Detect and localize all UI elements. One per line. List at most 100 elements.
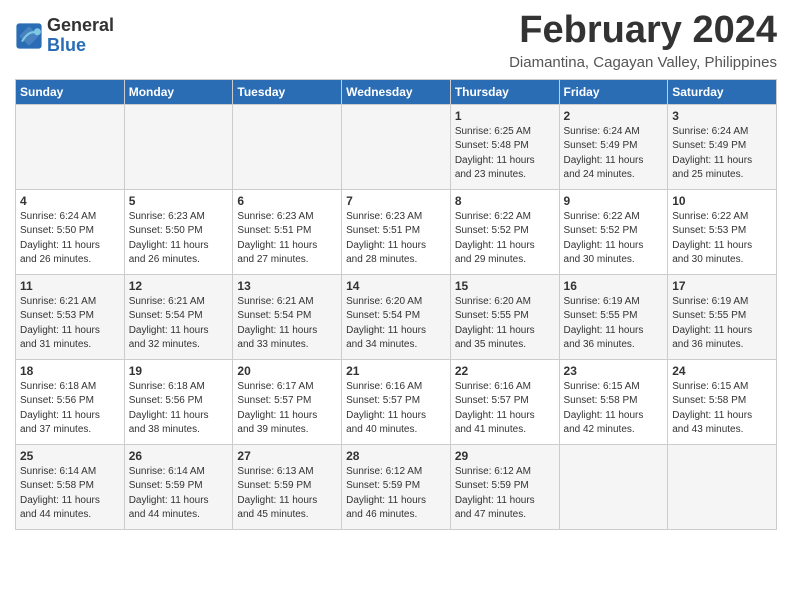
cell-info: Sunrise: 6:23 AM Sunset: 5:50 PM Dayligh…: [129, 210, 229, 268]
day-number: 6: [237, 194, 337, 208]
day-number: 17: [672, 279, 772, 293]
calendar-cell: 9 Sunrise: 6:22 AM Sunset: 5:52 PM Daylig…: [559, 189, 668, 274]
cell-info: Sunrise: 6:18 AM Sunset: 5:56 PM Dayligh…: [20, 380, 120, 438]
location-title: Diamantina, Cagayan Valley, Philippines: [509, 54, 777, 71]
day-number: 19: [129, 364, 229, 378]
calendar-cell: 22 Sunrise: 6:16 AM Sunset: 5:57 PM Dayli…: [450, 359, 559, 444]
calendar-cell: 18Sunrise: 6:18 AM Sunset: 5:56 PM Dayli…: [16, 359, 125, 444]
cell-info: Sunrise: 6:22 AM Sunset: 5:52 PM Dayligh…: [455, 210, 555, 268]
cell-info: Sunrise: 6:14 AM Sunset: 5:58 PM Dayligh…: [20, 465, 120, 523]
calendar-cell: 16 Sunrise: 6:19 AM Sunset: 5:55 PM Dayli…: [559, 274, 668, 359]
week-row-2: 4 Sunrise: 6:24 AM Sunset: 5:50 PM Daylig…: [16, 189, 777, 274]
calendar-cell: 29Sunrise: 6:12 AM Sunset: 5:59 PM Dayli…: [450, 444, 559, 529]
day-number: 22: [455, 364, 555, 378]
calendar-cell: [668, 444, 777, 529]
week-row-1: 1 Sunrise: 6:25 AM Sunset: 5:48 PM Daylig…: [16, 104, 777, 189]
calendar-cell: 27 Sunrise: 6:13 AM Sunset: 5:59 PM Dayli…: [233, 444, 342, 529]
day-number: 13: [237, 279, 337, 293]
cell-info: Sunrise: 6:12 AM Sunset: 5:59 PM Dayligh…: [346, 465, 446, 523]
day-number: 9: [564, 194, 664, 208]
week-row-3: 11Sunrise: 6:21 AM Sunset: 5:53 PM Dayli…: [16, 274, 777, 359]
calendar-cell: 13Sunrise: 6:21 AM Sunset: 5:54 PM Dayli…: [233, 274, 342, 359]
day-number: 8: [455, 194, 555, 208]
logo-icon: [15, 22, 43, 50]
calendar-cell: 2 Sunrise: 6:24 AM Sunset: 5:49 PM Daylig…: [559, 104, 668, 189]
col-header-tuesday: Tuesday: [233, 79, 342, 104]
day-number: 10: [672, 194, 772, 208]
logo: General Blue: [15, 16, 114, 56]
calendar-cell: 25 Sunrise: 6:14 AM Sunset: 5:58 PM Dayli…: [16, 444, 125, 529]
calendar-cell: 3 Sunrise: 6:24 AM Sunset: 5:49 PM Daylig…: [668, 104, 777, 189]
day-number: 7: [346, 194, 446, 208]
col-header-wednesday: Wednesday: [342, 79, 451, 104]
cell-info: Sunrise: 6:21 AM Sunset: 5:54 PM Dayligh…: [129, 295, 229, 353]
day-number: 15: [455, 279, 555, 293]
calendar-cell: 28Sunrise: 6:12 AM Sunset: 5:59 PM Dayli…: [342, 444, 451, 529]
cell-info: Sunrise: 6:24 AM Sunset: 5:49 PM Dayligh…: [564, 125, 664, 183]
cell-info: Sunrise: 6:14 AM Sunset: 5:59 PM Dayligh…: [129, 465, 229, 523]
day-number: 16: [564, 279, 664, 293]
cell-info: Sunrise: 6:23 AM Sunset: 5:51 PM Dayligh…: [237, 210, 337, 268]
day-number: 24: [672, 364, 772, 378]
cell-info: Sunrise: 6:19 AM Sunset: 5:55 PM Dayligh…: [564, 295, 664, 353]
calendar-cell: [16, 104, 125, 189]
cell-info: Sunrise: 6:15 AM Sunset: 5:58 PM Dayligh…: [564, 380, 664, 438]
cell-info: Sunrise: 6:25 AM Sunset: 5:48 PM Dayligh…: [455, 125, 555, 183]
cell-info: Sunrise: 6:12 AM Sunset: 5:59 PM Dayligh…: [455, 465, 555, 523]
calendar-cell: 6 Sunrise: 6:23 AM Sunset: 5:51 PM Daylig…: [233, 189, 342, 274]
calendar-cell: 14 Sunrise: 6:20 AM Sunset: 5:54 PM Dayli…: [342, 274, 451, 359]
calendar-cell: 17 Sunrise: 6:19 AM Sunset: 5:55 PM Dayli…: [668, 274, 777, 359]
day-number: 2: [564, 109, 664, 123]
cell-info: Sunrise: 6:19 AM Sunset: 5:55 PM Dayligh…: [672, 295, 772, 353]
cell-info: Sunrise: 6:15 AM Sunset: 5:58 PM Dayligh…: [672, 380, 772, 438]
day-number: 1: [455, 109, 555, 123]
calendar-cell: 24 Sunrise: 6:15 AM Sunset: 5:58 PM Dayli…: [668, 359, 777, 444]
day-number: 27: [237, 449, 337, 463]
cell-info: Sunrise: 6:13 AM Sunset: 5:59 PM Dayligh…: [237, 465, 337, 523]
day-number: 20: [237, 364, 337, 378]
day-number: 21: [346, 364, 446, 378]
header-row: SundayMondayTuesdayWednesdayThursdayFrid…: [16, 79, 777, 104]
cell-info: Sunrise: 6:23 AM Sunset: 5:51 PM Dayligh…: [346, 210, 446, 268]
calendar-cell: 23 Sunrise: 6:15 AM Sunset: 5:58 PM Dayli…: [559, 359, 668, 444]
cell-info: Sunrise: 6:24 AM Sunset: 5:50 PM Dayligh…: [20, 210, 120, 268]
calendar-cell: [342, 104, 451, 189]
col-header-saturday: Saturday: [668, 79, 777, 104]
day-number: 25: [20, 449, 120, 463]
day-number: 3: [672, 109, 772, 123]
header: General Blue February 2024 Diamantina, C…: [15, 10, 777, 71]
day-number: 26: [129, 449, 229, 463]
day-number: 14: [346, 279, 446, 293]
calendar-cell: 4 Sunrise: 6:24 AM Sunset: 5:50 PM Daylig…: [16, 189, 125, 274]
day-number: 12: [129, 279, 229, 293]
calendar-cell: 20 Sunrise: 6:17 AM Sunset: 5:57 PM Dayli…: [233, 359, 342, 444]
day-number: 11: [20, 279, 120, 293]
calendar-cell: 21Sunrise: 6:16 AM Sunset: 5:57 PM Dayli…: [342, 359, 451, 444]
cell-info: Sunrise: 6:20 AM Sunset: 5:54 PM Dayligh…: [346, 295, 446, 353]
day-number: 4: [20, 194, 120, 208]
week-row-4: 18Sunrise: 6:18 AM Sunset: 5:56 PM Dayli…: [16, 359, 777, 444]
cell-info: Sunrise: 6:24 AM Sunset: 5:49 PM Dayligh…: [672, 125, 772, 183]
col-header-sunday: Sunday: [16, 79, 125, 104]
week-row-5: 25 Sunrise: 6:14 AM Sunset: 5:58 PM Dayli…: [16, 444, 777, 529]
calendar-table: SundayMondayTuesdayWednesdayThursdayFrid…: [15, 79, 777, 530]
logo-blue: Blue: [47, 35, 86, 55]
col-header-monday: Monday: [124, 79, 233, 104]
calendar-cell: 11Sunrise: 6:21 AM Sunset: 5:53 PM Dayli…: [16, 274, 125, 359]
calendar-cell: 12 Sunrise: 6:21 AM Sunset: 5:54 PM Dayli…: [124, 274, 233, 359]
calendar-cell: 8 Sunrise: 6:22 AM Sunset: 5:52 PM Daylig…: [450, 189, 559, 274]
calendar-cell: 15Sunrise: 6:20 AM Sunset: 5:55 PM Dayli…: [450, 274, 559, 359]
col-header-thursday: Thursday: [450, 79, 559, 104]
calendar-cell: 1 Sunrise: 6:25 AM Sunset: 5:48 PM Daylig…: [450, 104, 559, 189]
logo-general: General: [47, 15, 114, 35]
cell-info: Sunrise: 6:17 AM Sunset: 5:57 PM Dayligh…: [237, 380, 337, 438]
calendar-cell: 7 Sunrise: 6:23 AM Sunset: 5:51 PM Daylig…: [342, 189, 451, 274]
day-number: 23: [564, 364, 664, 378]
col-header-friday: Friday: [559, 79, 668, 104]
cell-info: Sunrise: 6:22 AM Sunset: 5:52 PM Dayligh…: [564, 210, 664, 268]
cell-info: Sunrise: 6:18 AM Sunset: 5:56 PM Dayligh…: [129, 380, 229, 438]
calendar-cell: [559, 444, 668, 529]
cell-info: Sunrise: 6:22 AM Sunset: 5:53 PM Dayligh…: [672, 210, 772, 268]
cell-info: Sunrise: 6:16 AM Sunset: 5:57 PM Dayligh…: [455, 380, 555, 438]
calendar-cell: [124, 104, 233, 189]
